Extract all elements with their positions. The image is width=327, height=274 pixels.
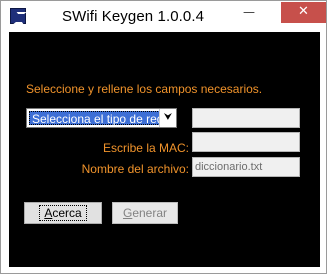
- chevron-down-icon[interactable]: ⮟: [159, 109, 176, 127]
- app-icon[interactable]: [10, 8, 26, 24]
- mac-label: Escribe la MAC:: [102, 141, 189, 155]
- client-area: Seleccione y rellene los campos necesari…: [9, 32, 320, 267]
- network-type-selected: Selecciona el tipo de red:: [29, 111, 170, 126]
- network-field[interactable]: [192, 108, 300, 128]
- minimize-button[interactable]: —: [235, 2, 263, 23]
- window-title: SWifi Keygen 1.0.0.4: [62, 8, 205, 25]
- about-button-label: Acerca: [39, 205, 87, 221]
- network-type-select[interactable]: Selecciona el tipo de red: ⮟: [26, 108, 177, 128]
- about-button[interactable]: Acerca: [24, 202, 102, 224]
- title-bar[interactable]: SWifi Keygen 1.0.0.4 — ✕: [1, 1, 326, 32]
- app-window: SWifi Keygen 1.0.0.4 — ✕ Seleccione y re…: [0, 0, 327, 274]
- generate-button[interactable]: Generar: [112, 202, 178, 224]
- mac-input[interactable]: [192, 132, 300, 152]
- filename-input[interactable]: diccionario.txt: [192, 157, 300, 177]
- instructions-text: Seleccione y rellene los campos necesari…: [26, 82, 263, 96]
- filename-label: Nombre del archivo:: [81, 162, 189, 176]
- close-button[interactable]: ✕: [281, 2, 326, 23]
